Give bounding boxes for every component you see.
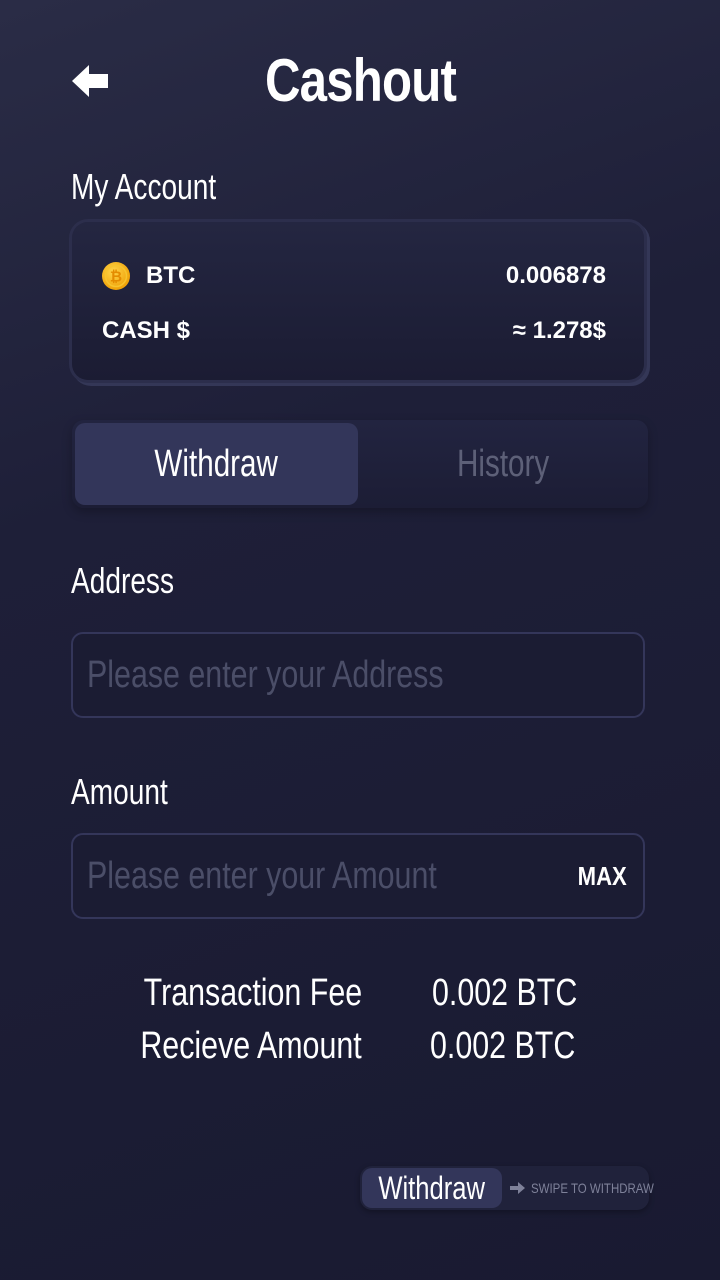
amount-field: MAX	[71, 833, 645, 919]
address-input[interactable]	[87, 634, 535, 716]
arrow-right-icon	[510, 1182, 525, 1194]
my-account-label: My Account	[71, 166, 217, 207]
transaction-fee-value: 0.002 BTC	[432, 972, 578, 1014]
cash-label: CASH $	[102, 317, 191, 344]
tab-bar: Withdraw History	[72, 420, 648, 508]
btc-balance: 0.006878	[505, 262, 606, 289]
address-label: Address	[71, 560, 175, 601]
receive-amount-value: 0.002 BTC	[430, 1025, 576, 1067]
page-title: Cashout	[264, 47, 456, 114]
btc-row: ₿ BTC 0.006878	[102, 259, 606, 293]
tab-withdraw[interactable]: Withdraw	[75, 423, 358, 505]
swipe-to-withdraw-track: Withdraw SWIPE TO WITHDRAW	[360, 1166, 654, 1210]
receive-amount-label: Recieve Amount	[140, 1025, 362, 1067]
cash-row: CASH $ ≈ 1.278$	[102, 314, 606, 348]
amount-input[interactable]	[87, 835, 535, 917]
btc-label: BTC	[146, 262, 196, 289]
swipe-withdraw-handle[interactable]: Withdraw	[362, 1168, 502, 1208]
max-button[interactable]: MAX	[569, 861, 627, 892]
address-field	[71, 632, 645, 718]
bitcoin-coin-icon: ₿	[102, 262, 130, 290]
cash-balance: ≈ 1.278$	[512, 317, 606, 344]
swipe-hint: SWIPE TO WITHDRAW	[510, 1166, 681, 1210]
amount-label: Amount	[71, 771, 168, 812]
receive-amount-row: Recieve Amount 0.002 BTC	[0, 1025, 720, 1075]
transaction-fee-label: Transaction Fee	[143, 972, 362, 1014]
account-card: ₿ BTC 0.006878 CASH $ ≈ 1.278$	[72, 222, 644, 380]
transaction-fee-row: Transaction Fee 0.002 BTC	[0, 972, 720, 1022]
tab-history[interactable]: History	[362, 423, 645, 505]
svg-text:₿: ₿	[110, 268, 122, 286]
